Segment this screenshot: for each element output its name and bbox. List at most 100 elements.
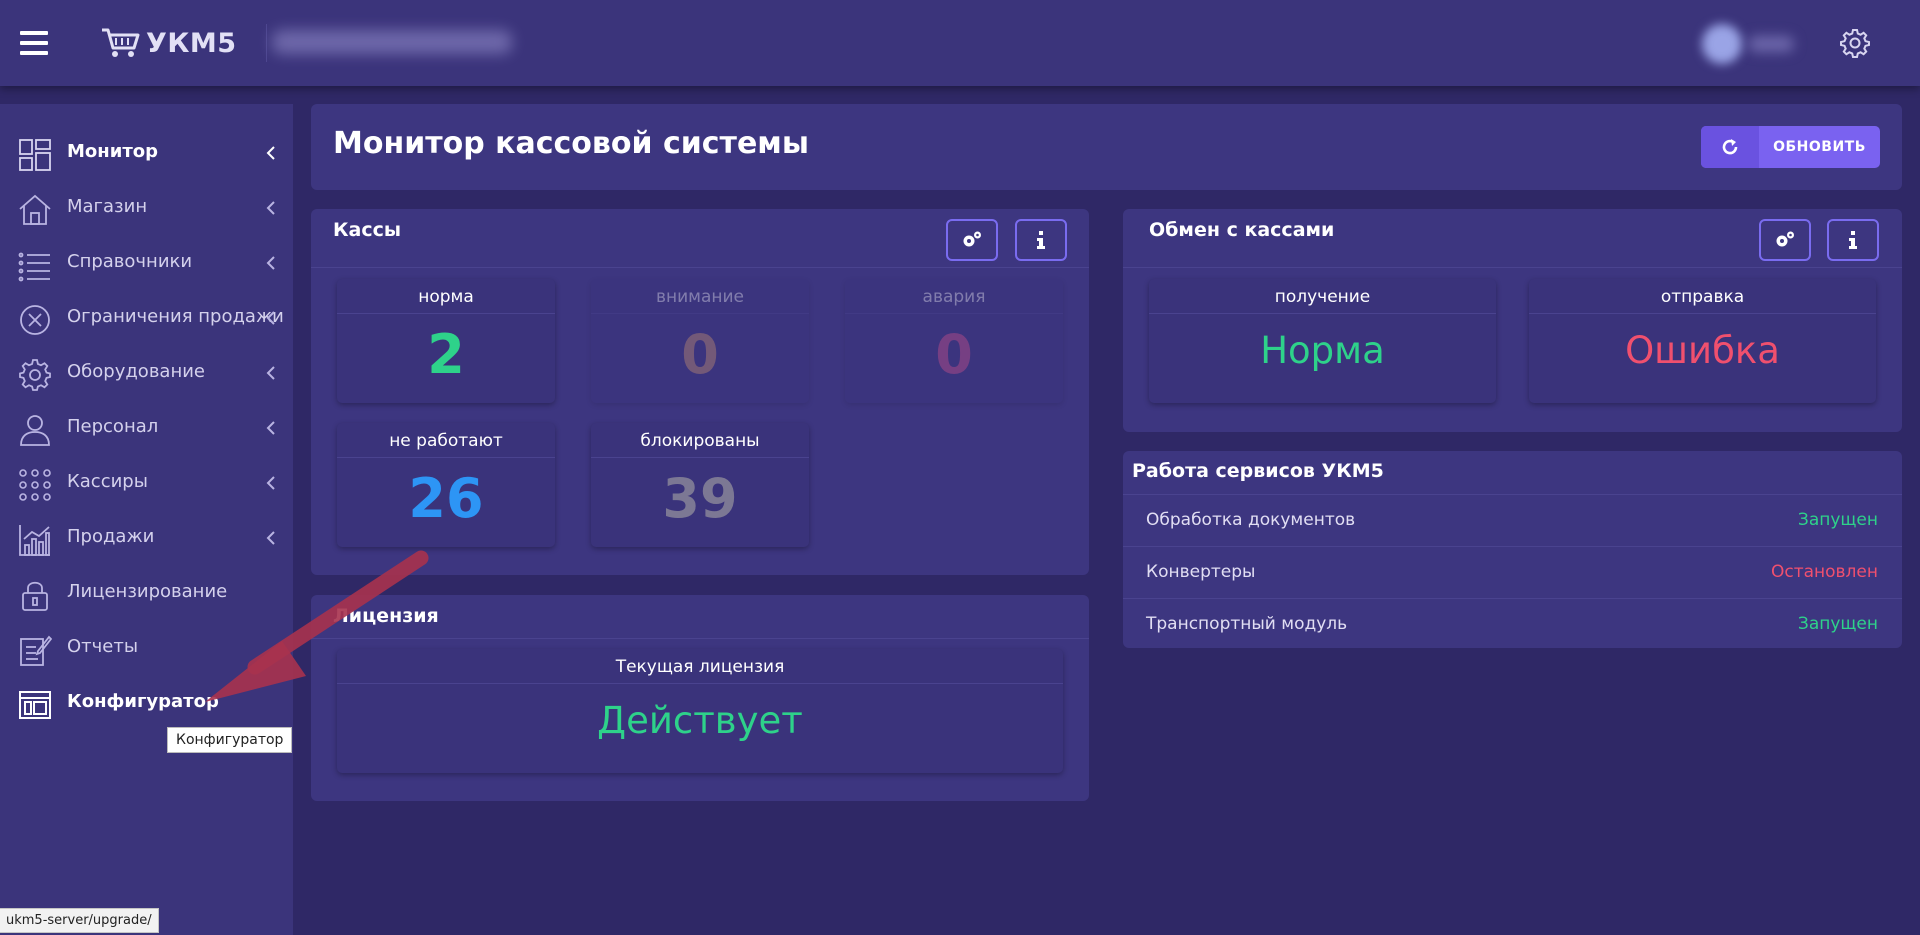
gear-icon bbox=[18, 358, 52, 392]
avatar[interactable] bbox=[1702, 24, 1742, 64]
tile-value: 39 bbox=[662, 467, 738, 530]
info-icon bbox=[1037, 231, 1045, 249]
service-status: Запущен bbox=[1797, 614, 1878, 634]
settings-gear-icon[interactable] bbox=[1840, 28, 1870, 58]
panel-title: Обмен с кассами bbox=[1149, 219, 1335, 241]
info-icon bbox=[1849, 231, 1857, 249]
service-row: Транспортный модуль Запущен bbox=[1123, 598, 1902, 650]
sidebar-item-monitor[interactable]: Монитор bbox=[0, 126, 293, 181]
services-panel: Работа сервисов УКМ5 Обработка документо… bbox=[1123, 451, 1902, 648]
tile-value: 0 bbox=[681, 323, 719, 386]
exchange-info-button[interactable] bbox=[1827, 219, 1879, 261]
tooltip: Конфигуратор bbox=[167, 727, 293, 753]
tile-alarm: авария 0 bbox=[845, 279, 1063, 403]
divider bbox=[311, 638, 1089, 639]
service-name: Обработка документов bbox=[1146, 510, 1356, 530]
logo-text: УКМ5 bbox=[146, 27, 237, 59]
panel-title: Лицензия bbox=[333, 605, 439, 627]
tile-blocked: блокированы 39 bbox=[591, 423, 809, 547]
status-bar-url: ukm5-server/upgrade/ bbox=[0, 908, 159, 933]
tile-label: норма bbox=[418, 287, 474, 307]
chevron-left-icon bbox=[266, 146, 275, 160]
refresh-button-label: ОБНОВИТЬ bbox=[1773, 139, 1866, 155]
tile-value: 26 bbox=[408, 467, 484, 530]
sidebar-item-reports[interactable]: Отчеты bbox=[0, 621, 293, 676]
user-icon bbox=[18, 413, 52, 447]
sidebar-item-label: Отчеты bbox=[67, 636, 139, 657]
service-status: Остановлен bbox=[1770, 562, 1878, 582]
divider bbox=[266, 24, 267, 62]
chevron-left-icon bbox=[266, 366, 275, 380]
lock-icon bbox=[18, 578, 52, 612]
tile-label: не работают bbox=[389, 431, 503, 451]
hamburger-menu-icon[interactable] bbox=[20, 31, 48, 55]
tile-value: 0 bbox=[935, 323, 973, 386]
sidebar-item-label: Кассиры bbox=[67, 471, 148, 492]
divider bbox=[311, 267, 1089, 268]
sidebar-item-store[interactable]: Магазин bbox=[0, 181, 293, 236]
license-panel: Лицензия Текущая лицензия Действует bbox=[311, 595, 1089, 801]
sidebar-item-configurator[interactable]: Конфигуратор bbox=[0, 676, 293, 731]
sidebar-item-sale-restrictions[interactable]: Ограничения продажи bbox=[0, 291, 293, 346]
sidebar-item-label: Продажи bbox=[67, 526, 155, 547]
sidebar-item-directories[interactable]: Справочники bbox=[0, 236, 293, 291]
tile-label: Текущая лицензия bbox=[615, 657, 785, 677]
top-bar: УКМ5 bbox=[0, 0, 1920, 86]
panel-title: Работа сервисов УКМ5 bbox=[1132, 460, 1384, 482]
registers-panel: Кассы норма 2 внимание 0 авария 0 не раб… bbox=[311, 209, 1089, 575]
panel-title: Кассы bbox=[333, 219, 402, 241]
blurred-store-name bbox=[272, 30, 512, 54]
tile-label: авария bbox=[922, 287, 986, 307]
license-status: Действует bbox=[597, 699, 803, 742]
app-logo[interactable]: УКМ5 bbox=[100, 24, 237, 62]
report-edit-icon bbox=[18, 633, 53, 667]
refresh-icon bbox=[1701, 126, 1759, 168]
license-tile: Текущая лицензия Действует bbox=[337, 649, 1063, 773]
chevron-left-icon bbox=[266, 421, 275, 435]
tile-label: блокированы bbox=[640, 431, 760, 451]
chevron-left-icon bbox=[266, 201, 275, 215]
sidebar-item-label: Персонал bbox=[67, 416, 159, 437]
blurred-user-name bbox=[1748, 36, 1794, 52]
home-icon bbox=[18, 193, 52, 227]
tile-label: внимание bbox=[655, 287, 745, 307]
close-circle-icon bbox=[18, 303, 52, 337]
sidebar-item-label: Магазин bbox=[67, 196, 148, 217]
sidebar-item-label: Монитор bbox=[67, 141, 159, 162]
tile-attention: внимание 0 bbox=[591, 279, 809, 403]
sidebar: Монитор Магазин Справочники Ограничения … bbox=[0, 104, 293, 935]
sidebar-item-sales[interactable]: Продажи bbox=[0, 511, 293, 566]
tile-receiving: получение Норма bbox=[1149, 279, 1496, 403]
service-row: Конвертеры Остановлен bbox=[1123, 546, 1902, 598]
chevron-left-icon bbox=[266, 256, 275, 270]
sidebar-item-cashiers[interactable]: Кассиры bbox=[0, 456, 293, 511]
chevron-left-icon bbox=[266, 531, 275, 545]
exchange-settings-button[interactable] bbox=[1759, 219, 1811, 261]
sidebar-item-label: Ограничения продажи bbox=[67, 306, 284, 327]
sidebar-item-staff[interactable]: Персонал bbox=[0, 401, 293, 456]
sidebar-item-label: Лицензирование bbox=[67, 581, 228, 602]
service-name: Конвертеры bbox=[1146, 562, 1256, 582]
divider bbox=[1123, 267, 1902, 268]
sidebar-item-label: Справочники bbox=[67, 251, 193, 272]
chevron-left-icon bbox=[266, 476, 275, 490]
tile-status: Норма bbox=[1260, 329, 1385, 372]
registers-settings-button[interactable] bbox=[946, 219, 998, 261]
gears-icon bbox=[963, 231, 981, 247]
chart-icon bbox=[18, 523, 52, 557]
sidebar-item-label: Оборудование bbox=[67, 361, 205, 382]
dots-grid-icon bbox=[18, 468, 52, 502]
tile-sending: отправка Ошибка bbox=[1529, 279, 1876, 403]
chevron-left-icon bbox=[266, 311, 275, 325]
refresh-button[interactable]: ОБНОВИТЬ bbox=[1701, 126, 1880, 168]
list-icon bbox=[18, 248, 52, 282]
tile-value: 2 bbox=[427, 323, 465, 386]
exchange-panel: Обмен с кассами получение Норма отправка… bbox=[1123, 209, 1902, 432]
page-header: Монитор кассовой системы ОБНОВИТЬ bbox=[311, 104, 1902, 190]
dashboard-grid-icon bbox=[18, 138, 52, 172]
sidebar-item-licensing[interactable]: Лицензирование bbox=[0, 566, 293, 621]
tile-norm: норма 2 bbox=[337, 279, 555, 403]
sidebar-item-equipment[interactable]: Оборудование bbox=[0, 346, 293, 401]
registers-info-button[interactable] bbox=[1015, 219, 1067, 261]
page-title: Монитор кассовой системы bbox=[333, 126, 809, 161]
